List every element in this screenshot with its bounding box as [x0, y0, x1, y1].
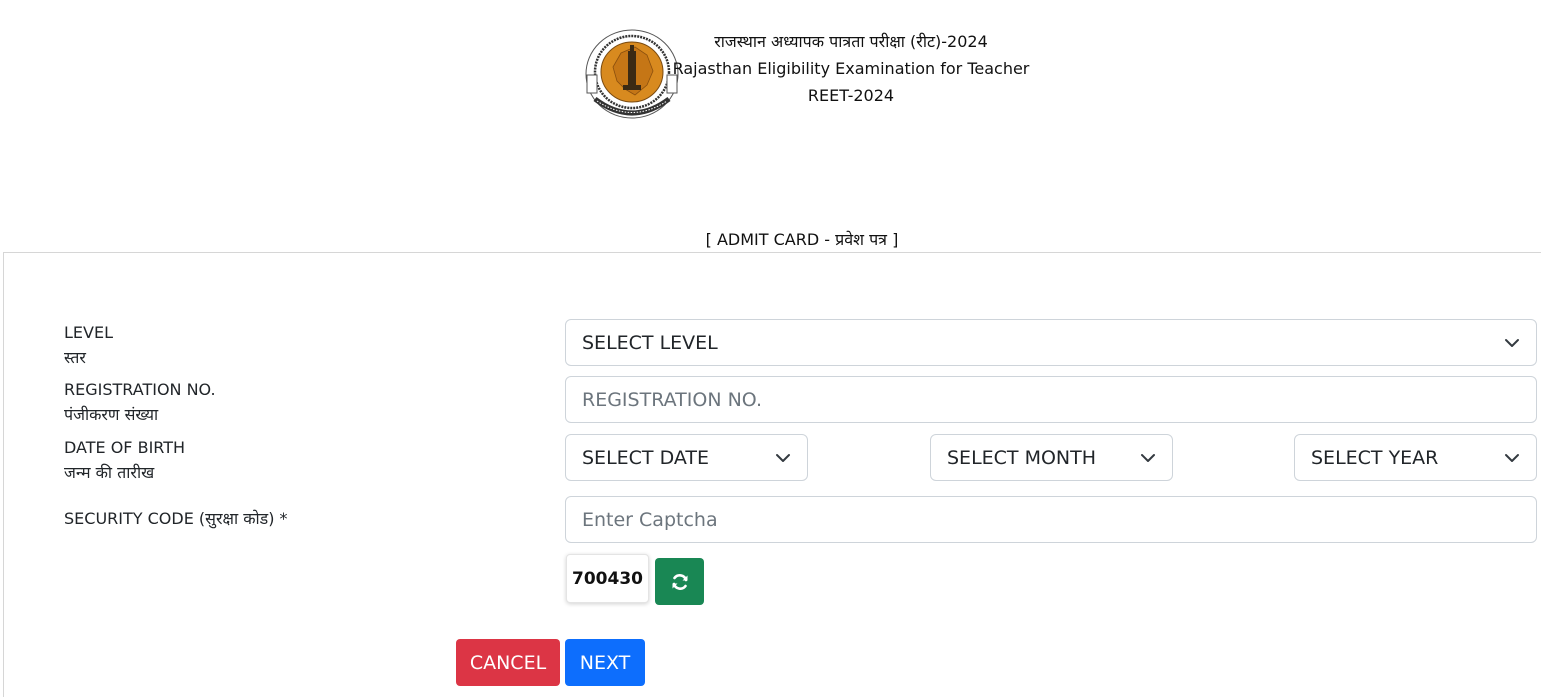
level-select[interactable]: SELECT LEVEL: [565, 319, 1537, 366]
next-button[interactable]: NEXT: [565, 639, 645, 686]
chevron-down-icon: [776, 453, 790, 462]
dob-date-value: SELECT DATE: [582, 446, 709, 469]
chevron-down-icon: [1141, 453, 1155, 462]
captcha-input-placeholder: Enter Captcha: [582, 508, 718, 531]
level-label: LEVEL स्तर: [64, 320, 113, 370]
captcha-code: 700430: [566, 554, 649, 603]
exam-title-english: Rajasthan Eligibility Examination for Te…: [672, 59, 1030, 78]
section-title: [ ADMIT CARD - प्रवेश पत्र ]: [705, 230, 899, 249]
dob-year-value: SELECT YEAR: [1311, 446, 1439, 469]
exam-code: REET-2024: [807, 86, 895, 105]
dob-label-hi: जन्म की तारीख: [64, 463, 155, 482]
registration-label-en: REGISTRATION NO.: [64, 380, 216, 399]
dob-month-value: SELECT MONTH: [947, 446, 1097, 469]
admit-card-page: राजस्थान अध्यापक पात्रता परीक्षा (रीट)-2…: [0, 0, 1541, 697]
refresh-captcha-button[interactable]: [655, 558, 704, 605]
level-select-value: SELECT LEVEL: [582, 331, 718, 354]
captcha-input[interactable]: Enter Captcha: [565, 496, 1537, 543]
refresh-icon: [672, 573, 687, 590]
registration-input-placeholder: REGISTRATION NO.: [582, 388, 763, 411]
registration-label: REGISTRATION NO. पंजीकरण संख्या: [64, 377, 216, 427]
registration-input[interactable]: REGISTRATION NO.: [565, 376, 1537, 423]
registration-label-hi: पंजीकरण संख्या: [64, 405, 159, 424]
chevron-down-icon: [1505, 338, 1519, 347]
security-code-label-text: SECURITY CODE (सुरक्षा कोड) *: [64, 509, 288, 528]
exam-title-hindi: राजस्थान अध्यापक पात्रता परीक्षा (रीट)-2…: [714, 32, 988, 51]
dob-year-select[interactable]: SELECT YEAR: [1294, 434, 1537, 481]
dob-month-select[interactable]: SELECT MONTH: [930, 434, 1173, 481]
cancel-button[interactable]: CANCEL: [456, 639, 560, 686]
security-code-label: SECURITY CODE (सुरक्षा कोड) *: [64, 506, 288, 531]
level-label-hi: स्तर: [64, 348, 86, 367]
exam-header: राजस्थान अध्यापक पात्रता परीक्षा (रीट)-2…: [670, 28, 1032, 109]
dob-label: DATE OF BIRTH जन्म की तारीख: [64, 435, 185, 485]
board-seal-logo-icon: [583, 27, 681, 121]
level-label-en: LEVEL: [64, 323, 113, 342]
dob-label-en: DATE OF BIRTH: [64, 438, 186, 457]
dob-date-select[interactable]: SELECT DATE: [565, 434, 808, 481]
chevron-down-icon: [1505, 453, 1519, 462]
